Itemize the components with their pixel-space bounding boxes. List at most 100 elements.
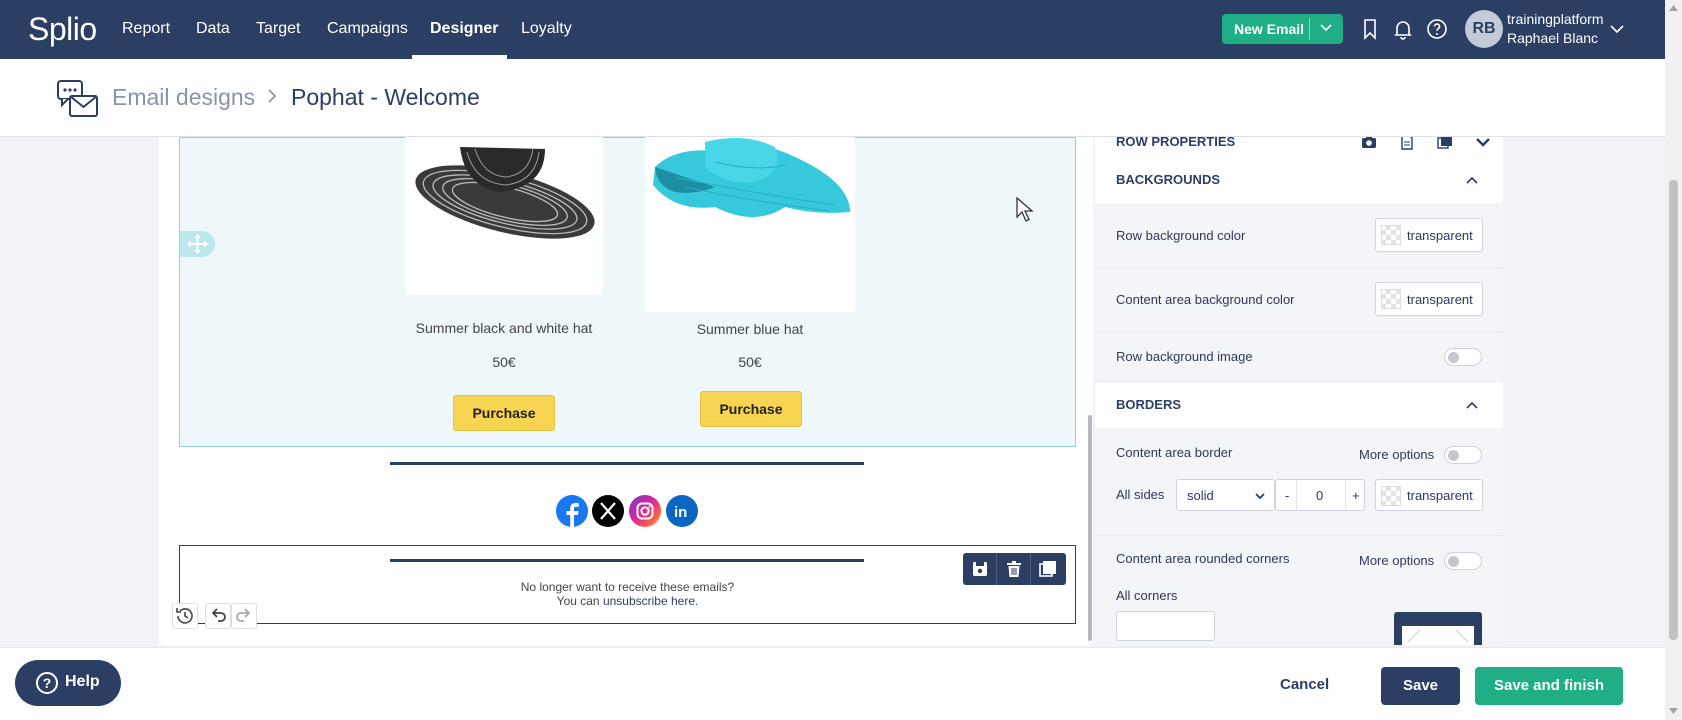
- more-options-label-2: More options: [1359, 553, 1435, 568]
- content-bg-color-value: transparent: [1407, 292, 1473, 307]
- product-name-2[interactable]: Summer blue hat: [650, 321, 850, 337]
- unsubscribe-text: No longer want to receive these emails? …: [179, 580, 1076, 608]
- help-label: Help: [65, 673, 100, 690]
- question-icon: ?: [36, 672, 58, 694]
- border-style-select[interactable]: solid: [1176, 479, 1275, 511]
- top-navigation: Splio Report Data Target Campaigns Desig…: [0, 0, 1665, 59]
- chevron-up-icon[interactable]: [1465, 400, 1479, 410]
- canvas-scrollbar[interactable]: [1088, 415, 1092, 641]
- unsubscribe-prefix: You can: [556, 594, 603, 608]
- row-bg-image-toggle[interactable]: [1444, 348, 1482, 366]
- content-border-more-options-toggle[interactable]: [1444, 446, 1482, 464]
- save-and-finish-button[interactable]: Save and finish: [1475, 667, 1623, 705]
- row-move-handle[interactable]: [180, 231, 215, 257]
- row-bg-image-label: Row background image: [1116, 349, 1253, 364]
- corner-preview-graphic: [1402, 626, 1474, 645]
- backgrounds-section-header[interactable]: BACKGROUNDS: [1095, 157, 1503, 203]
- product-image-black-white-hat[interactable]: [405, 137, 603, 295]
- borders-title: BORDERS: [1116, 397, 1182, 412]
- decrement-button[interactable]: -: [1285, 488, 1289, 503]
- help-button[interactable]: ? Help: [15, 660, 121, 706]
- content-border-row: Content area border More options All sid…: [1095, 428, 1503, 536]
- nav-target[interactable]: Target: [256, 20, 300, 38]
- cancel-button[interactable]: Cancel: [1280, 676, 1329, 693]
- nav-designer[interactable]: Designer: [430, 20, 498, 38]
- backgrounds-title: BACKGROUNDS: [1116, 172, 1220, 187]
- facebook-icon[interactable]: [556, 495, 588, 528]
- button-separator: [1309, 18, 1310, 40]
- purchase-button-2[interactable]: Purchase: [700, 391, 802, 427]
- row-bg-color-picker[interactable]: transparent: [1375, 218, 1483, 252]
- file-icon[interactable]: [1398, 137, 1416, 151]
- product-price-2[interactable]: 50€: [710, 354, 790, 370]
- user-menu-chevron-icon[interactable]: [1608, 20, 1626, 38]
- border-color-picker[interactable]: transparent: [1375, 479, 1483, 511]
- row-toolbar: [963, 553, 1066, 585]
- footer-divider-line: [390, 559, 864, 562]
- email-designs-icon: [57, 80, 98, 117]
- product-name-1[interactable]: Summer black and white hat: [404, 320, 604, 336]
- content-bg-color-label: Content area background color: [1116, 292, 1295, 307]
- row-properties-panel: ROW PROPERTIES BACKGROUNDS Row backgroun…: [1095, 137, 1503, 645]
- splio-logo[interactable]: Splio: [28, 11, 97, 48]
- history-button[interactable]: [172, 603, 198, 629]
- nav-report[interactable]: Report: [122, 20, 170, 38]
- mouse-cursor-icon: [1016, 197, 1034, 222]
- divider-line[interactable]: [390, 462, 864, 465]
- content-bg-color-picker[interactable]: transparent: [1375, 282, 1483, 316]
- bookmark-icon[interactable]: [1358, 17, 1382, 41]
- help-circle-icon[interactable]: [1425, 17, 1449, 41]
- chevron-down-icon[interactable]: [1319, 20, 1333, 34]
- breadcrumb: Email designs Pophat - Welcome: [0, 59, 1665, 137]
- border-width-value[interactable]: 0: [1316, 488, 1323, 503]
- delete-row-button[interactable]: [997, 553, 1031, 585]
- nav-loyalty[interactable]: Loyalty: [521, 20, 572, 38]
- save-row-button[interactable]: [963, 553, 997, 585]
- corner-radius-stepper[interactable]: [1116, 611, 1215, 641]
- rounded-corners-more-options-toggle[interactable]: [1444, 552, 1482, 570]
- camera-icon[interactable]: [1359, 137, 1379, 151]
- black-white-hat-image: [415, 147, 595, 239]
- redo-button[interactable]: [231, 603, 257, 629]
- user-organization: trainingplatform: [1507, 11, 1604, 27]
- borders-section-header[interactable]: BORDERS: [1095, 382, 1503, 428]
- instagram-icon[interactable]: [629, 495, 661, 527]
- product-image-blue-hat[interactable]: [645, 137, 855, 312]
- transparent-swatch: [1381, 289, 1401, 309]
- unsubscribe-link[interactable]: unsubscribe here.: [603, 594, 698, 608]
- duplicate-row-button[interactable]: [1031, 553, 1065, 585]
- user-avatar[interactable]: RB: [1465, 10, 1503, 48]
- increment-button[interactable]: +: [1352, 488, 1360, 503]
- new-email-button[interactable]: New Email: [1222, 14, 1343, 44]
- corner-preview: [1394, 612, 1482, 645]
- scroll-down-arrow-icon[interactable]: [1669, 708, 1678, 715]
- product-price-1[interactable]: 50€: [464, 354, 544, 370]
- border-width-stepper[interactable]: - 0 +: [1275, 479, 1365, 511]
- redo-icon: [236, 608, 251, 622]
- scroll-up-arrow-icon[interactable]: [1669, 4, 1678, 11]
- copy-icon[interactable]: [1436, 137, 1454, 151]
- bell-icon[interactable]: [1391, 17, 1415, 41]
- linkedin-icon[interactable]: in: [666, 495, 698, 527]
- undo-button[interactable]: [205, 603, 231, 629]
- undo-icon: [211, 608, 226, 622]
- border-style-value: solid: [1187, 488, 1214, 503]
- floppy-icon: [973, 562, 987, 576]
- chevron-down-icon: [1255, 493, 1265, 500]
- page-scrollbar[interactable]: [1665, 0, 1682, 720]
- selected-product-row[interactable]: [179, 137, 1076, 447]
- transparent-swatch: [1381, 225, 1401, 245]
- save-button[interactable]: Save: [1381, 667, 1460, 705]
- chevron-right-icon: [268, 89, 277, 103]
- x-icon[interactable]: [592, 495, 624, 527]
- rounded-corners-label: Content area rounded corners: [1116, 551, 1290, 566]
- breadcrumb-email-designs[interactable]: Email designs: [112, 84, 255, 111]
- chevron-up-icon[interactable]: [1465, 175, 1479, 185]
- purchase-button-1[interactable]: Purchase: [453, 395, 555, 431]
- blue-hat-image: [653, 138, 850, 217]
- all-sides-label: All sides: [1116, 487, 1165, 502]
- nav-data[interactable]: Data: [196, 20, 230, 38]
- nav-campaigns[interactable]: Campaigns: [327, 20, 408, 38]
- page-scrollbar-thumb[interactable]: [1669, 180, 1678, 640]
- collapse-chevron-icon[interactable]: [1474, 137, 1492, 151]
